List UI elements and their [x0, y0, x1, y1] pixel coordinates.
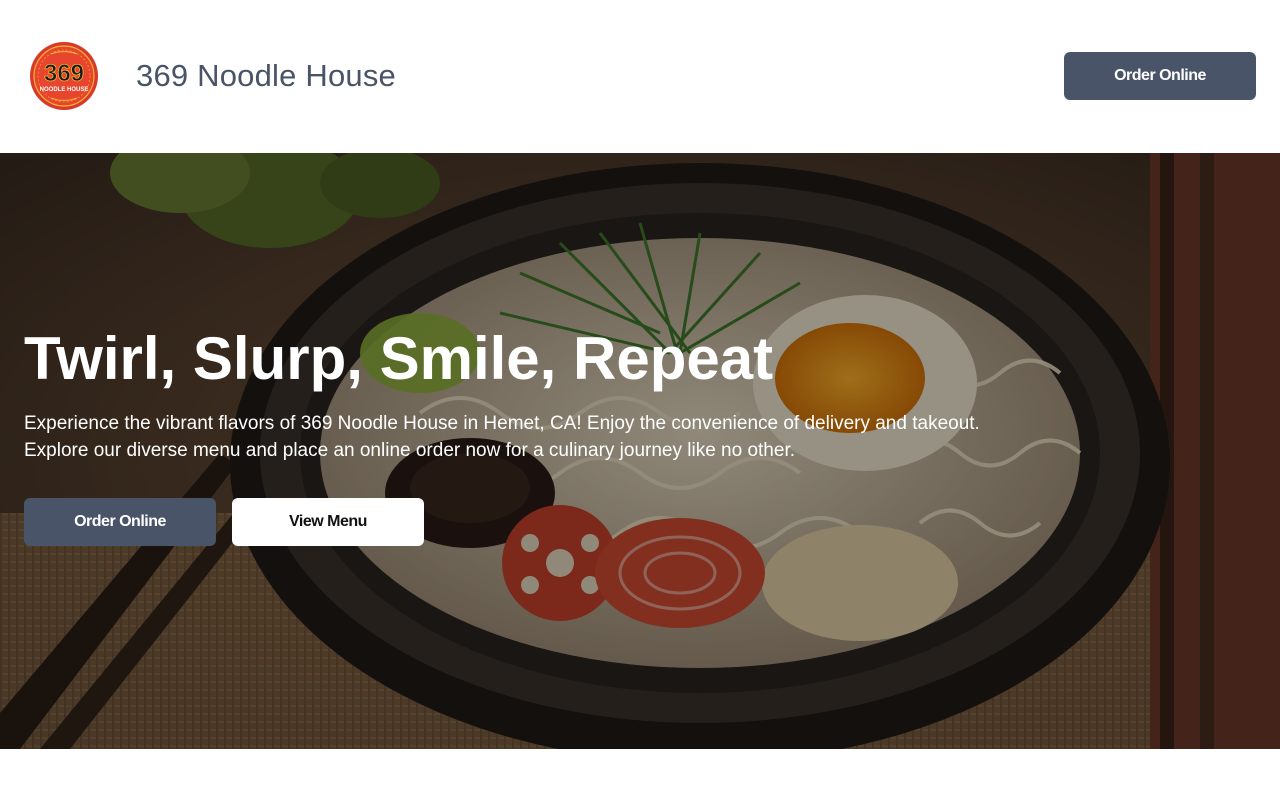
hero-section: Twirl, Slurp, Smile, Repeat Experience t…: [0, 153, 1280, 749]
hero-order-online-button[interactable]: Order Online: [24, 498, 216, 546]
view-menu-button[interactable]: View Menu: [232, 498, 424, 546]
svg-text:NOODLE HOUSE: NOODLE HOUSE: [40, 87, 89, 93]
restaurant-logo[interactable]: 369 NOODLE HOUSE: [29, 41, 99, 111]
hero-description: Experience the vibrant flavors of 369 No…: [24, 413, 980, 461]
page-bottom-area: [0, 749, 1280, 800]
svg-text:369: 369: [44, 60, 84, 87]
site-title[interactable]: 369 Noodle House: [136, 58, 396, 94]
hero-title: Twirl, Slurp, Smile, Repeat: [24, 325, 774, 392]
header-order-online-button[interactable]: Order Online: [1064, 52, 1256, 100]
site-header: 369 NOODLE HOUSE 369 Noodle House Order …: [0, 0, 1280, 153]
